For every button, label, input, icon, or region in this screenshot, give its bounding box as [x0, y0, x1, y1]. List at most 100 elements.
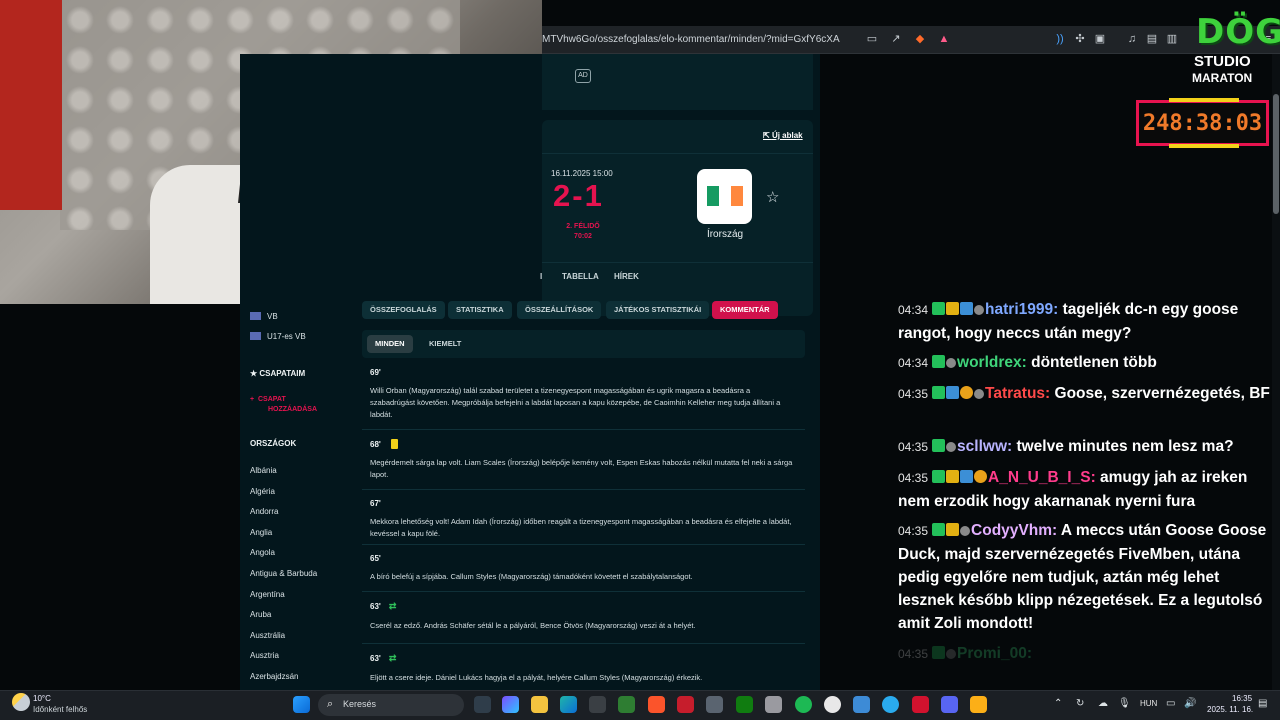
commentary-text: A bíró belefúj a sípjába. Callum Styles …	[370, 572, 693, 581]
sidebar-country-item[interactable]: Antigua & Barbuda	[250, 569, 317, 578]
xbox-icon[interactable]	[736, 696, 753, 713]
volume-icon[interactable]: 🔊	[1184, 698, 1196, 709]
commentary-text: Megérdemelt sárga lap volt. Liam Scales …	[370, 458, 793, 479]
chat-timestamp: 04:35	[898, 524, 929, 538]
brave-shield-icon[interactable]: ◆	[914, 33, 926, 45]
sidebar-country-item[interactable]: Aruba	[250, 610, 271, 619]
start-button-icon[interactable]	[293, 696, 310, 713]
chevron-up-icon[interactable]: ⌃	[1054, 698, 1062, 709]
add-team-label: HOZZÁADÁSA	[268, 406, 317, 413]
spotify-icon[interactable]	[795, 696, 812, 713]
microphone-icon[interactable]: 🎙	[1118, 698, 1131, 709]
discord-icon[interactable]	[941, 696, 958, 713]
filter-highlights[interactable]: KIEMELT	[421, 335, 469, 353]
sidebar-icon[interactable]: ▥	[1166, 33, 1178, 45]
app-icon[interactable]	[912, 696, 929, 713]
sidebar-country-item[interactable]: Andorra	[250, 507, 278, 516]
sidebar-country-item[interactable]: Azerbajdzsán	[250, 672, 298, 681]
chat-username[interactable]: A_N_U_B_I_S	[988, 469, 1091, 486]
reading-icon[interactable]: ▤	[1146, 33, 1158, 45]
sidebar-country-item[interactable]: Ausztria	[250, 651, 279, 660]
rockstar-icon[interactable]	[970, 696, 987, 713]
settings-icon[interactable]	[706, 696, 723, 713]
telegram-icon[interactable]	[882, 696, 899, 713]
chat-username[interactable]: Promi_00	[957, 645, 1027, 662]
tab-partial[interactable]: I	[540, 272, 542, 281]
minute-label: 68'	[370, 440, 381, 449]
favorite-star-icon[interactable]: ☆	[766, 188, 779, 206]
store-icon[interactable]	[589, 696, 606, 713]
extensions-icon[interactable]: ✣	[1074, 33, 1086, 45]
chat-username[interactable]: hatri1999	[985, 301, 1053, 318]
away-team-name[interactable]: Írország	[690, 229, 760, 240]
network-icon[interactable]: ▭	[1166, 698, 1175, 709]
rewards-icon[interactable]: ▲	[938, 33, 950, 45]
copilot-icon[interactable]	[502, 696, 519, 713]
windows-taskbar	[0, 690, 1280, 720]
chat-username[interactable]: scllww	[957, 438, 1007, 455]
address-bar-url[interactable]: MTVhw6Go/osszefoglalas/elo-kommentar/min…	[542, 34, 840, 45]
sidebar-country-item[interactable]: Albánia	[250, 466, 277, 475]
wallet-icon[interactable]: ▣	[1094, 33, 1106, 45]
obs-icon[interactable]	[824, 696, 841, 713]
clock-date[interactable]: 2025. 11. 16.	[1207, 705, 1253, 714]
sidebar-country-item[interactable]: Algéria	[250, 487, 275, 496]
brave-icon[interactable]	[648, 696, 665, 713]
calculator-icon[interactable]	[853, 696, 870, 713]
share-icon[interactable]: ↗	[890, 33, 902, 45]
subtab-lineups[interactable]: ÖSSZEÁLLÍTÁSOK	[517, 301, 602, 319]
subtab-commentary[interactable]: KOMMENTÁR	[712, 301, 778, 319]
chat-timestamp: 04:35	[898, 647, 929, 661]
media-icon[interactable]: ♫	[1126, 33, 1138, 45]
away-team-logo[interactable]	[697, 169, 752, 224]
screen-icon[interactable]: ▭	[866, 33, 878, 45]
tab-news[interactable]: HÍREK	[614, 272, 639, 281]
chat-username[interactable]: CodyyVhm	[971, 522, 1052, 539]
sidebar-country-item[interactable]: Anglia	[250, 528, 272, 537]
chat-username[interactable]: worldrex	[957, 354, 1022, 371]
scrollbar-thumb[interactable]	[1273, 94, 1279, 214]
tab-standings[interactable]: TABELLA	[562, 272, 599, 281]
commentary-minute: 63' ⇄	[362, 601, 805, 612]
filter-all[interactable]: MINDEN	[367, 335, 413, 353]
weather-description[interactable]: Időnként felhős	[33, 705, 87, 714]
chat-separator: :	[1090, 469, 1101, 486]
subtab-player-stats[interactable]: JÁTÉKOS STATISZTIKÁI	[606, 301, 710, 319]
minute-label: 69'	[370, 368, 381, 377]
sidebar-country-item[interactable]: Argentína	[250, 590, 285, 599]
notifications-icon[interactable]: ▤	[1258, 698, 1267, 709]
commentary-minute: 68'	[362, 439, 805, 449]
sidebar-country-item[interactable]: Angola	[250, 548, 275, 557]
edge-icon[interactable]	[560, 696, 577, 713]
app-icon[interactable]	[765, 696, 782, 713]
chat-username[interactable]: Tatratus	[985, 385, 1045, 402]
cloud-icon[interactable]: ☁	[1098, 698, 1108, 709]
sync-icon[interactable]: ↻	[1076, 698, 1084, 709]
account-badge-icon	[946, 442, 957, 452]
file-explorer-icon[interactable]	[531, 696, 548, 713]
chat-separator: :	[1021, 354, 1032, 371]
terminal-icon[interactable]	[618, 696, 635, 713]
task-view-icon[interactable]	[474, 696, 491, 713]
crown-badge-icon	[946, 523, 960, 536]
kick-badge-icon	[932, 302, 946, 315]
weather-icon[interactable]	[12, 693, 30, 711]
subtab-statistics[interactable]: STATISZTIKA	[448, 301, 512, 319]
match-score: 2-1	[553, 178, 604, 213]
subtab-summary[interactable]: ÖSSZEFOGLALÁS	[362, 301, 445, 319]
audio-icon[interactable]: ))	[1054, 33, 1066, 45]
page-scrollbar[interactable]	[1272, 54, 1280, 690]
add-team-button[interactable]: + CSAPAT HOZZÁADÁSA	[250, 395, 317, 415]
webcam-red-wall	[0, 0, 62, 210]
sidebar-country-item[interactable]: Ausztrália	[250, 631, 285, 640]
world-flag-icon	[250, 332, 261, 340]
weather-temperature[interactable]: 10°C	[33, 694, 51, 703]
chat-message: 04:35 scllww: twelve minutes nem lesz ma?	[898, 435, 1276, 459]
sidebar-item-u17-vb[interactable]: U17-es VB	[250, 332, 306, 341]
new-window-link[interactable]: ⇱ Új ablak	[763, 131, 803, 140]
taskbar-search[interactable]	[318, 694, 464, 716]
app-icon[interactable]	[677, 696, 694, 713]
language-indicator[interactable]: HUN	[1140, 699, 1157, 708]
sidebar-item-vb[interactable]: VB	[250, 312, 278, 321]
clock-time[interactable]: 16:35	[1232, 694, 1252, 703]
